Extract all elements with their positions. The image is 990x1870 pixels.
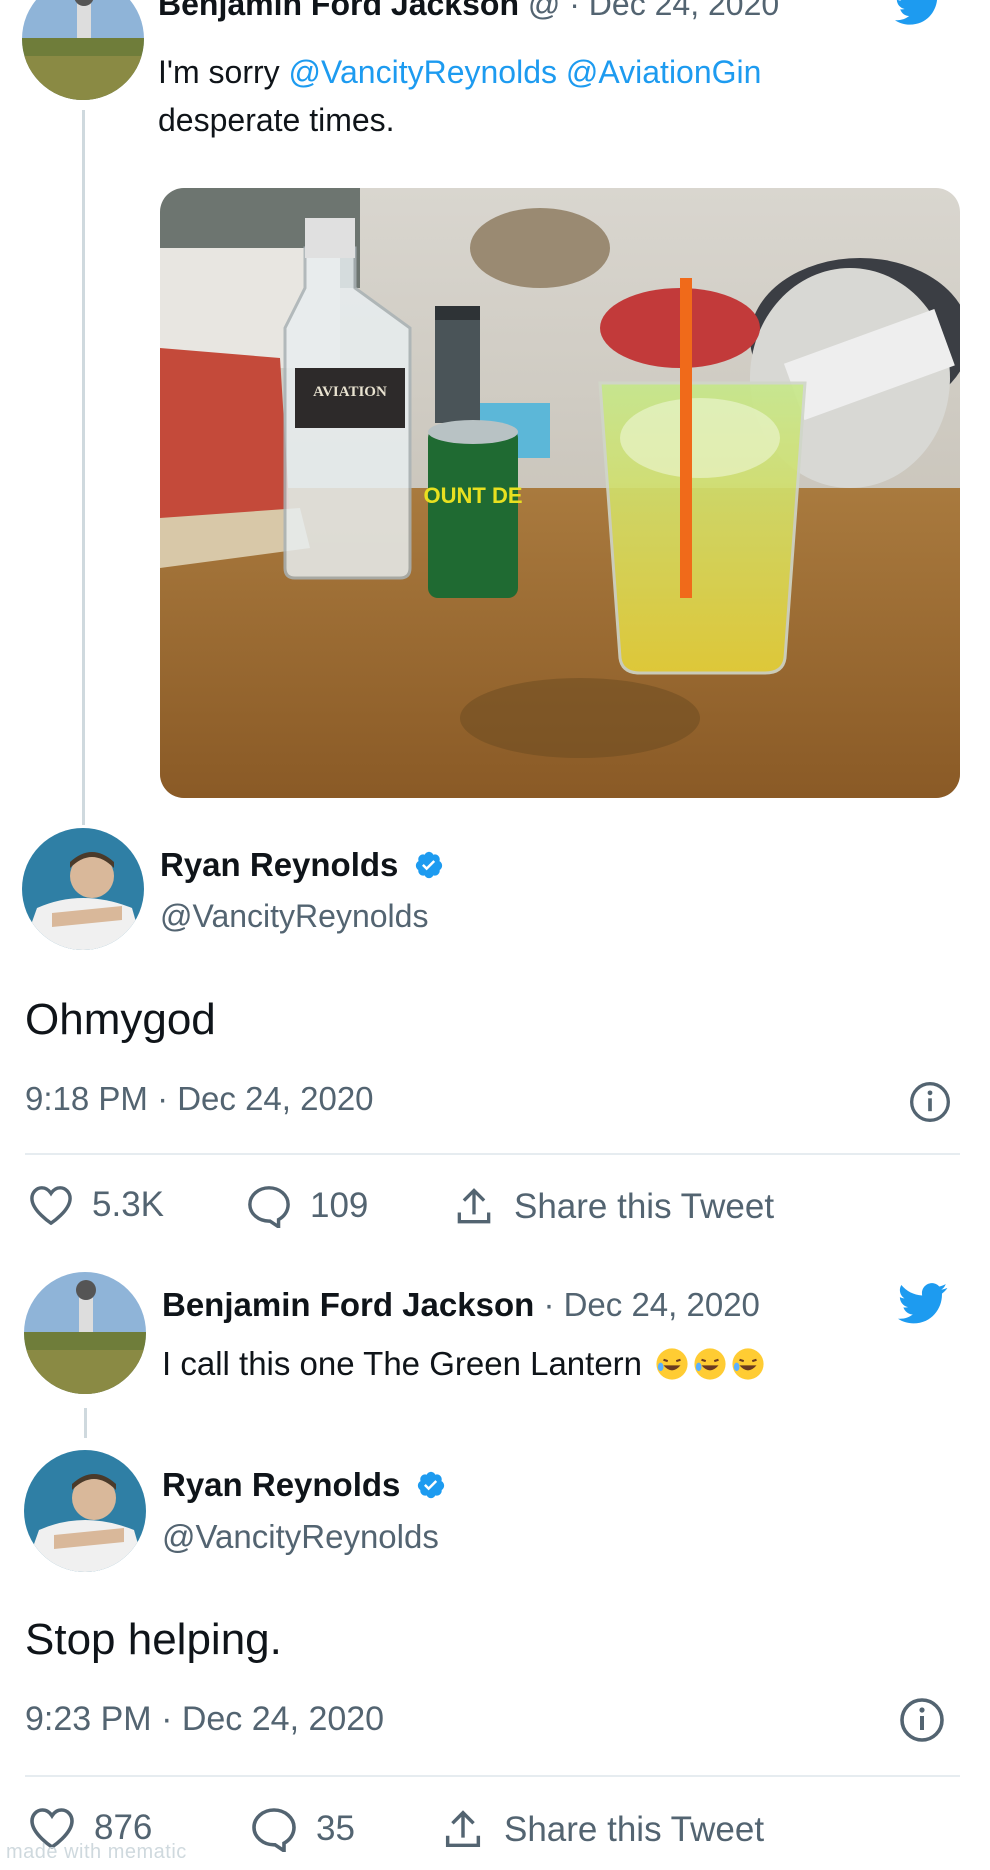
mention-aviationgin[interactable]: @AviationGin bbox=[566, 54, 762, 90]
avatar-ryan[interactable] bbox=[24, 1450, 146, 1572]
bottle-label: AVIATION bbox=[313, 384, 387, 400]
tweet-date[interactable]: · Dec 24, 2020 bbox=[569, 0, 779, 22]
thread-line bbox=[84, 1408, 87, 1438]
verified-badge-icon bbox=[417, 1471, 444, 1499]
reply2-timestamp[interactable]: 9:23 PM · Dec 24, 2020 bbox=[25, 1700, 384, 1739]
reply-count: 35 bbox=[316, 1809, 355, 1848]
divider bbox=[25, 1153, 960, 1155]
reply-bubble-icon bbox=[252, 1808, 296, 1852]
like-action[interactable]: 5.3K bbox=[28, 1184, 164, 1226]
tweet1-text: I'm sorry @VancityReynolds @AviationGin … bbox=[158, 48, 958, 144]
share-action[interactable]: Share this Tweet bbox=[440, 1806, 764, 1854]
share-label: Share this Tweet bbox=[514, 1187, 775, 1226]
tweet-text: I call this one The Green Lantern bbox=[162, 1345, 643, 1382]
tweet-text-line2: desperate times. bbox=[158, 102, 395, 138]
author-name[interactable]: Ryan Reynolds bbox=[162, 1466, 400, 1503]
author-handle[interactable]: @ bbox=[528, 0, 560, 22]
tweet2-header: Benjamin Ford Jackson · Dec 24, 2020 bbox=[162, 1286, 760, 1324]
author-name[interactable]: Ryan Reynolds bbox=[160, 846, 398, 883]
tweet-date[interactable]: · Dec 24, 2020 bbox=[543, 1286, 759, 1323]
avatar-benjamin[interactable] bbox=[22, 0, 144, 100]
share-label: Share this Tweet bbox=[504, 1810, 765, 1849]
thread-line bbox=[82, 110, 85, 825]
reply2-text: Stop helping. bbox=[25, 1615, 282, 1664]
photo-image: AVIATION OUNT DE bbox=[160, 188, 960, 798]
avatar-image bbox=[24, 1272, 146, 1394]
reply-action[interactable]: 109 bbox=[246, 1184, 368, 1228]
mematic-watermark: made with mematic bbox=[6, 1841, 187, 1863]
share-icon bbox=[457, 1188, 491, 1224]
tweet1-header: Benjamin Ford Jackson @ · Dec 24, 2020 bbox=[158, 0, 779, 23]
tweet-text-prefix: I'm sorry bbox=[158, 54, 289, 90]
can-label: OUNT DE bbox=[424, 483, 523, 508]
reply-count: 109 bbox=[310, 1186, 369, 1225]
twitter-bird-icon bbox=[895, 0, 943, 31]
like-count: 5.3K bbox=[92, 1185, 164, 1224]
author-handle[interactable]: @VancityReynolds bbox=[160, 898, 428, 935]
laughing-emoji-icon bbox=[732, 1348, 764, 1380]
author-name[interactable]: Benjamin Ford Jackson bbox=[158, 0, 519, 22]
avatar-image bbox=[22, 828, 144, 950]
heart-icon bbox=[30, 1186, 72, 1226]
reply-action[interactable]: 35 bbox=[250, 1806, 355, 1852]
share-action[interactable]: Share this Tweet bbox=[452, 1184, 774, 1230]
reply1-author: Ryan Reynolds bbox=[160, 846, 444, 884]
tweet-photo[interactable]: AVIATION OUNT DE bbox=[160, 188, 960, 798]
avatar-image bbox=[24, 1450, 146, 1572]
avatar-ryan[interactable] bbox=[22, 828, 144, 950]
avatar-image bbox=[22, 0, 144, 100]
reply2-author: Ryan Reynolds bbox=[162, 1466, 446, 1504]
laughing-emoji-icon bbox=[694, 1348, 726, 1380]
verified-badge-icon bbox=[415, 851, 442, 879]
author-handle[interactable]: @VancityReynolds bbox=[162, 1518, 439, 1556]
share-icon bbox=[445, 1810, 481, 1848]
mention-vancityreynolds[interactable]: @VancityReynolds bbox=[289, 54, 557, 90]
tweet2-text: I call this one The Green Lantern bbox=[162, 1345, 765, 1383]
author-name[interactable]: Benjamin Ford Jackson bbox=[162, 1286, 534, 1323]
reply-bubble-icon bbox=[248, 1186, 290, 1228]
divider bbox=[25, 1775, 960, 1777]
avatar-benjamin[interactable] bbox=[24, 1272, 146, 1394]
twitter-bird-icon bbox=[898, 1283, 948, 1330]
info-icon[interactable] bbox=[908, 1080, 952, 1124]
reply1-text: Ohmygod bbox=[25, 995, 216, 1044]
laughing-emoji-icon bbox=[656, 1348, 688, 1380]
info-icon[interactable] bbox=[898, 1696, 946, 1744]
reply1-timestamp[interactable]: 9:18 PM · Dec 24, 2020 bbox=[25, 1080, 374, 1118]
